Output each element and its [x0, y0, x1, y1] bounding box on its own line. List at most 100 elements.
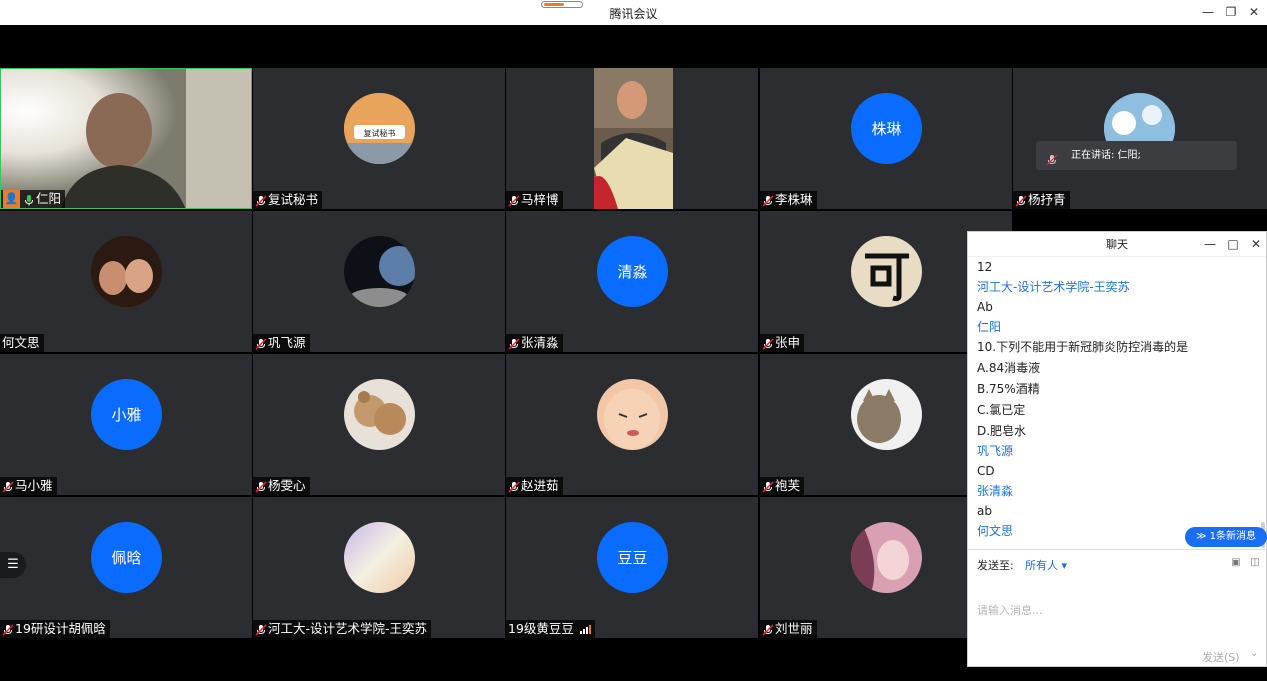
participant-tile[interactable]: 复试秘书 复试秘书: [253, 68, 505, 209]
mic-on-icon: [23, 193, 35, 206]
chat-message: C.氯已定: [977, 403, 1026, 417]
mic-muted-icon: [762, 337, 774, 350]
chat-header: 聊天 — □ ✕: [968, 232, 1266, 257]
chat-message: D.肥皂水: [977, 424, 1027, 438]
chat-message: CD: [977, 464, 995, 478]
send-button[interactable]: 发送(S): [1202, 649, 1240, 665]
mic-muted-icon: [1015, 194, 1027, 207]
participant-nameplate: 赵进茹: [506, 477, 563, 495]
avatar: 小雅: [91, 379, 162, 450]
participant-tile[interactable]: 小雅 马小雅: [0, 354, 252, 495]
mic-muted-icon: [508, 480, 520, 493]
participant-tile[interactable]: 何文思: [0, 211, 252, 352]
participant-tile[interactable]: 赵进茹: [506, 354, 758, 495]
chat-message: B.75%酒精: [977, 382, 1040, 396]
participant-name: 刘世丽: [775, 621, 813, 636]
participant-nameplate: 19级黄豆豆: [506, 620, 595, 638]
participant-tile[interactable]: 👤 仁阳: [0, 68, 252, 209]
avatar: [91, 236, 162, 307]
chat-message: 12: [977, 260, 993, 274]
avatar: [851, 522, 922, 593]
participant-tile[interactable]: 豆豆 19级黄豆豆: [506, 497, 758, 638]
chat-sender: 巩飞源: [977, 444, 1014, 458]
mic-muted-icon: [762, 194, 774, 207]
participant-nameplate: 巩飞源: [253, 334, 310, 352]
participant-name: 马梓博: [521, 192, 559, 207]
participant-tile[interactable]: 巩飞源: [253, 211, 505, 352]
minimize-icon[interactable]: —: [1200, 232, 1220, 257]
maximize-icon[interactable]: □: [1223, 232, 1243, 257]
participant-tile[interactable]: 马梓博: [506, 68, 758, 209]
minimize-button[interactable]: —: [1198, 3, 1218, 21]
app-title: 腾讯会议: [609, 7, 658, 21]
participant-tile[interactable]: 佩晗 19研设计胡佩晗: [0, 497, 252, 638]
participant-nameplate: 👤 仁阳: [1, 190, 66, 208]
participant-name: 19研设计胡佩晗: [15, 621, 106, 636]
participant-nameplate: 马小雅: [0, 477, 57, 495]
avatar: 佩晗: [91, 522, 162, 593]
participant-name: 河工大-设计艺术学院-王奕苏: [268, 621, 428, 636]
screenshot-icon[interactable]: ◫: [1248, 556, 1262, 570]
participant-name: 杨抒青: [1028, 192, 1066, 207]
camera-feed: [506, 68, 758, 209]
participant-tile[interactable]: 杨雯心: [253, 354, 505, 495]
participant-name: 马小雅: [15, 478, 53, 493]
mic-muted-icon: [255, 337, 267, 350]
mic-muted-icon: [255, 623, 267, 636]
chat-title: 聊天: [1106, 238, 1128, 251]
camera-feed: [1, 69, 251, 208]
participant-nameplate: 何文思: [0, 334, 44, 352]
avatar: [851, 379, 922, 450]
participant-name: 复试秘书: [268, 192, 319, 207]
mic-speaking-icon: [1046, 149, 1058, 166]
participant-nameplate: 袍芙: [760, 477, 805, 495]
participant-nameplate: 张清淼: [506, 334, 563, 352]
participant-tile[interactable]: 河工大-设计艺术学院-王奕苏: [253, 497, 505, 638]
mic-muted-icon: [508, 337, 520, 350]
signal-strength-icon: [579, 624, 591, 634]
chat-sender: 张清淼: [977, 484, 1014, 498]
new-message-button[interactable]: ≫ 1条新消息: [1185, 527, 1267, 547]
participant-nameplate: 张申: [760, 334, 805, 352]
chat-message: ab: [977, 504, 992, 518]
speaking-indicator: 正在讲话: 仁阳;: [1036, 141, 1237, 170]
participant-tile[interactable]: 杨抒青: [1013, 68, 1267, 209]
participant-name: 张申: [775, 335, 801, 350]
list-menu-icon[interactable]: ☰: [0, 552, 26, 578]
participant-name: 仁阳: [36, 191, 62, 206]
send-options-icon[interactable]: ⌄: [1250, 648, 1258, 659]
participant-name: 19级黄豆豆: [508, 621, 574, 636]
participant-tile[interactable]: 清淼 张清淼: [506, 211, 758, 352]
participant-name: 何文思: [2, 335, 40, 350]
participant-nameplate: 刘世丽: [760, 620, 817, 638]
participant-tile[interactable]: 株琳 李株琳: [760, 68, 1012, 209]
image-icon[interactable]: ▣: [1229, 556, 1243, 570]
chat-panel: 聊天 — □ ✕ 12 河工大-设计艺术学院-王奕苏 Ab 仁阳 10.下列不能用于新冠…: [967, 231, 1267, 667]
participant-nameplate: 杨抒青: [1013, 191, 1070, 209]
avatar: [851, 236, 922, 307]
svg-text:复试秘书: 复试秘书: [364, 128, 396, 138]
mic-muted-icon: [762, 480, 774, 493]
mic-muted-icon: [2, 623, 14, 636]
close-button[interactable]: ✕: [1244, 3, 1264, 21]
participant-name: 赵进茹: [521, 478, 559, 493]
avatar: 清淼: [597, 236, 668, 307]
chat-message: Ab: [977, 300, 993, 314]
speaking-label: 正在讲话: 仁阳;: [1071, 150, 1141, 161]
send-to-dropdown[interactable]: 所有人 ▾: [1025, 557, 1067, 573]
mic-muted-icon: [508, 194, 520, 207]
chat-input[interactable]: [977, 575, 1257, 645]
restore-button[interactable]: ❐: [1221, 3, 1241, 21]
participant-nameplate: 李株琳: [760, 191, 817, 209]
mic-muted-icon: [255, 194, 267, 207]
chat-compose: 发送至: 所有人 ▾ ▣ ◫ 发送(S) ⌄: [968, 549, 1266, 667]
participant-name: 巩飞源: [268, 335, 306, 350]
mic-muted-icon: [2, 480, 14, 493]
close-icon[interactable]: ✕: [1246, 232, 1266, 257]
chat-sender: 河工大-设计艺术学院-王奕苏: [977, 280, 1130, 294]
send-to-label: 发送至:: [977, 559, 1014, 572]
chevron-down-icon: ≫: [1195, 531, 1207, 542]
chat-messages[interactable]: 12 河工大-设计艺术学院-王奕苏 Ab 仁阳 10.下列不能用于新冠肺炎防控消毒的是 A…: [968, 257, 1260, 549]
participant-nameplate: 马梓博: [506, 191, 563, 209]
avatar: [344, 379, 415, 450]
